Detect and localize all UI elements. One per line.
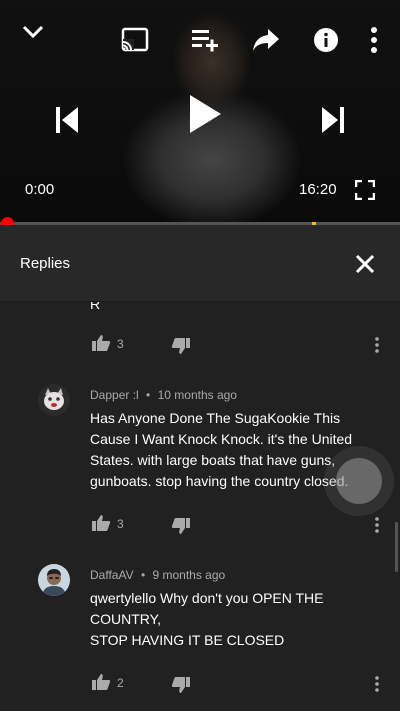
minimize-chevron-icon[interactable] xyxy=(18,18,48,46)
comment-meta: DaffaAV • 9 months ago xyxy=(90,568,225,582)
replies-header: Replies xyxy=(0,225,400,302)
thumbs-down-icon[interactable] xyxy=(170,335,192,357)
fullscreen-icon[interactable] xyxy=(352,176,378,204)
thumbs-down-icon[interactable] xyxy=(170,515,192,537)
comment-author[interactable]: DaffaAV xyxy=(90,568,134,582)
touch-indicator xyxy=(336,458,382,504)
comment-text-truncated: R xyxy=(90,302,101,312)
comment-line: COUNTRY, xyxy=(90,611,162,627)
thumbs-down-icon[interactable] xyxy=(170,674,192,696)
thumbs-up-icon[interactable] xyxy=(90,512,112,534)
play-icon[interactable] xyxy=(183,90,227,138)
share-icon[interactable] xyxy=(248,22,284,58)
comment-text: qwertylello Why don't you OPEN THE COUNT… xyxy=(90,588,380,651)
thumbs-up-icon[interactable] xyxy=(90,332,112,354)
meta-separator: • xyxy=(140,568,146,582)
comment-menu-icon[interactable] xyxy=(370,334,384,356)
current-time: 0:00 xyxy=(25,181,55,198)
comment-line: qwertylello Why don't you OPEN THE xyxy=(90,590,324,606)
comment-menu-icon[interactable] xyxy=(370,514,384,536)
cast-icon[interactable] xyxy=(117,22,153,58)
replies-title: Replies xyxy=(20,255,71,272)
comment-author[interactable]: Dapper :l xyxy=(90,388,139,402)
info-icon[interactable] xyxy=(310,22,342,58)
comment-line: Has Anyone Done The SugaKookie This xyxy=(90,410,341,426)
meta-separator: • xyxy=(146,388,151,402)
comment-actions: 3 xyxy=(90,512,390,536)
comment-line: STOP HAVING IT BE CLOSED xyxy=(90,632,285,648)
like-count: 3 xyxy=(117,517,124,531)
comment-age: 9 months ago xyxy=(152,568,226,582)
scrollbar[interactable] xyxy=(395,522,398,572)
like-count: 2 xyxy=(117,676,124,690)
more-options-icon[interactable] xyxy=(362,22,386,58)
comment-age: 10 months ago xyxy=(157,388,237,402)
comment-meta: Dapper :l • 10 months ago xyxy=(90,388,237,402)
comment-menu-icon[interactable] xyxy=(370,673,384,695)
duration: 16:20 xyxy=(299,181,337,198)
next-icon[interactable] xyxy=(316,100,350,140)
avatar[interactable] xyxy=(38,384,70,416)
like-count: 3 xyxy=(117,337,124,351)
video-player[interactable]: 0:00 16:20 xyxy=(0,0,400,225)
comment-actions: 3 xyxy=(90,332,390,356)
previous-icon[interactable] xyxy=(50,100,84,140)
avatar[interactable] xyxy=(38,564,70,596)
comment-actions: 2 xyxy=(90,671,390,695)
comment-line: Cause I Want Knock Knock. it's the Unite… xyxy=(90,431,353,447)
add-to-queue-icon[interactable] xyxy=(188,22,222,58)
close-icon[interactable] xyxy=(350,249,380,279)
thumbs-up-icon[interactable] xyxy=(90,671,112,693)
